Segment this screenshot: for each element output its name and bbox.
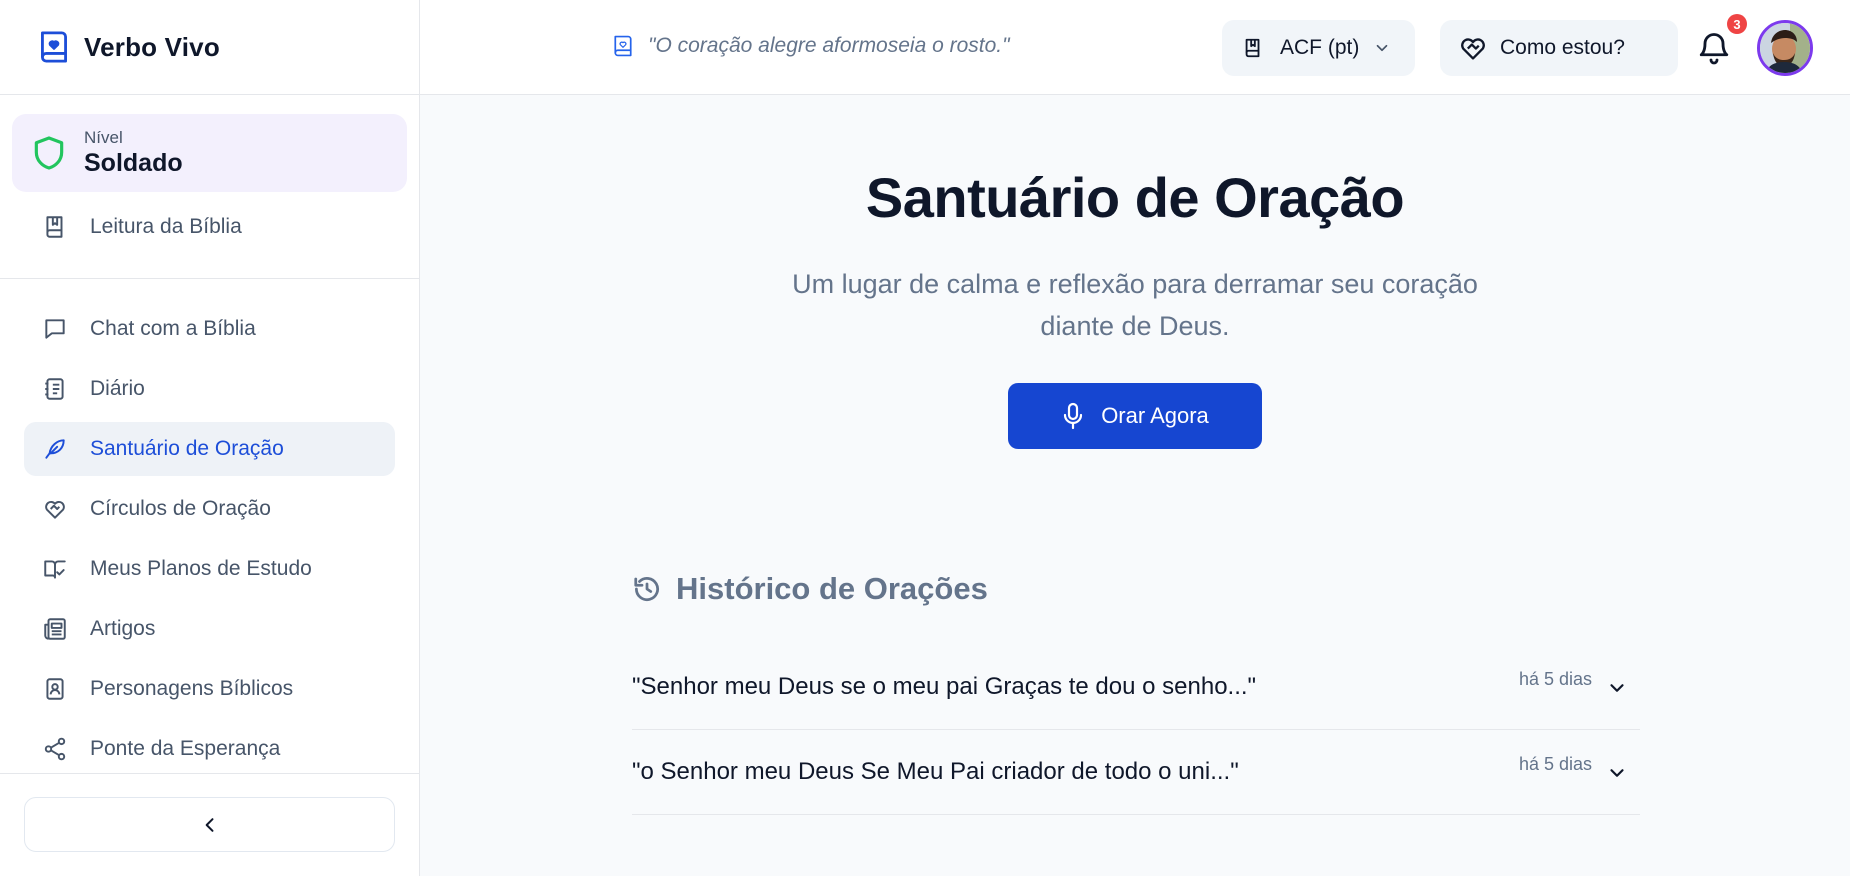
sidebar-item-santuario-oracao[interactable]: Santuário de Oração: [24, 422, 395, 476]
sidebar-item-label: Chat com a Bíblia: [90, 317, 256, 340]
sidebar-item-label: Círculos de Oração: [90, 497, 271, 520]
prayer-history-title: Histórico de Orações: [676, 571, 988, 606]
page-subtitle: Um lugar de calma e reflexão para derram…: [792, 269, 1478, 341]
notification-count-badge: 3: [1727, 14, 1747, 34]
level-label: Nível: [84, 128, 123, 147]
chevron-left-icon: [205, 817, 213, 832]
bible-heart-icon: [614, 35, 632, 57]
sidebar-item-label: Meus Planos de Estudo: [90, 557, 312, 580]
sidebar-item-label: Ponte da Esperança: [90, 737, 281, 760]
chat-icon: [45, 319, 65, 339]
sidebar-item-label: Artigos: [90, 617, 156, 640]
level-card[interactable]: Nível Soldado: [12, 114, 407, 192]
shield-icon: [34, 136, 64, 170]
top-header: "O coração alegre aformoseia o rosto." A…: [420, 0, 1850, 95]
notebook-icon: [45, 378, 64, 400]
daily-verse-text: "O coração alegre aformoseia o rosto.": [648, 34, 1010, 57]
sidebar-item-circulos-oracao[interactable]: Círculos de Oração: [24, 482, 395, 536]
sidebar-item-label: Personagens Bíblicos: [90, 677, 294, 700]
bible-heart-logo-icon: [41, 31, 67, 63]
app-name: Verbo Vivo: [84, 31, 220, 62]
mood-button-label: Como estou?: [1500, 36, 1625, 59]
sidebar: Verbo Vivo Nível Soldado Leitura da Bíbl…: [0, 0, 420, 876]
chevron-down-icon[interactable]: [1606, 677, 1628, 699]
chevron-down-icon: [1377, 44, 1388, 52]
pray-now-label: Orar Agora: [1101, 403, 1209, 428]
contact-book-icon: [46, 678, 64, 700]
level-value: Soldado: [84, 149, 183, 177]
pray-now-button[interactable]: Orar Agora: [1008, 383, 1262, 449]
prayer-history-item[interactable]: "Senhor meu Deus se o meu pai Graças te …: [632, 645, 1640, 730]
user-avatar-image: [1760, 23, 1810, 73]
sidebar-item-ponte-esperanca[interactable]: Ponte da Esperança: [24, 722, 395, 776]
microphone-icon: [1064, 402, 1083, 430]
heart-handshake-icon: [45, 500, 65, 519]
bell-icon[interactable]: [1696, 30, 1732, 66]
book-check-icon: [44, 560, 66, 579]
prayer-history-item[interactable]: "o Senhor meu Deus Se Meu Pai criador de…: [632, 730, 1640, 815]
user-avatar[interactable]: [1757, 20, 1813, 76]
main-content: Santuário de Oração Um lugar de calma e …: [420, 95, 1850, 876]
bible-version-select[interactable]: ACF (pt): [1222, 20, 1415, 76]
page-title: Santuário de Oração: [865, 166, 1405, 229]
prayer-time: há 5 dias: [1518, 754, 1592, 774]
sidebar-item-label: Diário: [90, 377, 145, 400]
sidebar-item-diario[interactable]: Diário: [24, 362, 395, 416]
sidebar-item-label: Santuário de Oração: [90, 437, 284, 460]
history-icon: [634, 577, 659, 601]
daily-verse: "O coração alegre aformoseia o rosto.": [612, 34, 1010, 58]
sidebar-item-artigos[interactable]: Artigos: [24, 602, 395, 656]
chevron-down-icon[interactable]: [1606, 762, 1628, 784]
sidebar-item-chat-biblia[interactable]: Chat com a Bíblia: [24, 302, 395, 356]
bible-version-value: ACF (pt): [1280, 36, 1360, 59]
newspaper-icon: [44, 618, 66, 640]
mood-checkin-button[interactable]: Como estou?: [1440, 20, 1678, 76]
sidebar-item-personagens[interactable]: Personagens Bíblicos: [24, 662, 395, 716]
sidebar-divider: [0, 278, 420, 279]
sidebar-divider: [0, 773, 420, 774]
book-icon: [46, 216, 63, 238]
collapse-sidebar-button[interactable]: [24, 797, 395, 852]
prayer-text: "o Senhor meu Deus Se Meu Pai criador de…: [632, 758, 1239, 785]
sidebar-item-leitura-biblia[interactable]: Leitura da Bíblia: [24, 200, 395, 254]
book-icon: [1245, 38, 1260, 58]
sidebar-item-label: Leitura da Bíblia: [90, 215, 242, 238]
brand[interactable]: Verbo Vivo: [0, 0, 419, 95]
prayer-history-heading: Histórico de Orações: [632, 571, 988, 607]
prayer-time: há 5 dias: [1518, 669, 1592, 689]
heart-handshake-icon: [1461, 38, 1485, 60]
sidebar-item-planos-estudo[interactable]: Meus Planos de Estudo: [24, 542, 395, 596]
feather-icon: [45, 439, 65, 459]
prayer-text: "Senhor meu Deus se o meu pai Graças te …: [632, 673, 1257, 700]
share-icon: [44, 737, 66, 761]
